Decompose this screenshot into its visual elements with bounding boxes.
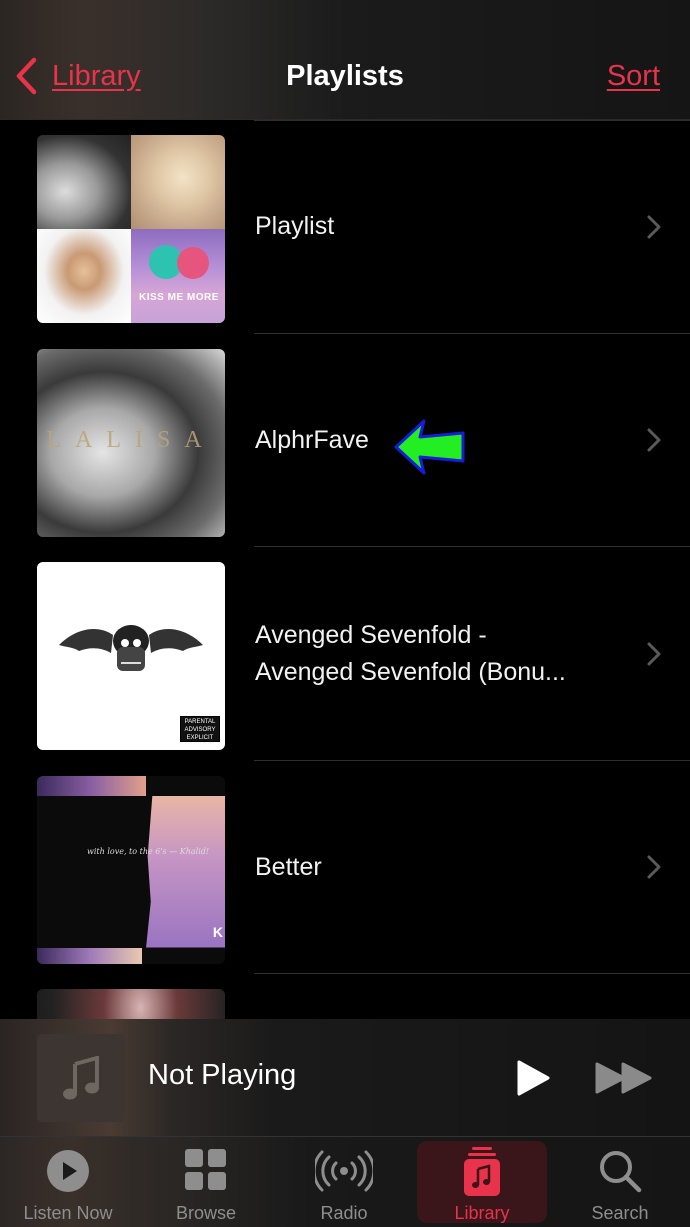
chevron-right-icon (647, 855, 661, 879)
playlist-row-playlist[interactable]: KISS ME MORE Playlist (0, 120, 690, 334)
playlist-artwork: with love, to the 6's — Khalid! K (37, 775, 225, 964)
playlist-artwork: KISS ME MORE (37, 135, 225, 323)
tab-browse[interactable]: Browse (141, 1137, 271, 1227)
mini-player-artwork (37, 1034, 125, 1122)
deathbat-logo-icon (59, 625, 203, 671)
chevron-right-icon (647, 642, 661, 666)
album-thumb-kiss-me-more: KISS ME MORE (131, 229, 225, 323)
play-icon[interactable] (515, 1059, 551, 1097)
artwork-text: LALISA (46, 426, 216, 453)
library-icon (464, 1147, 500, 1196)
radio-icon (315, 1150, 373, 1192)
sort-button[interactable]: Sort (607, 60, 660, 93)
tab-label: Listen Now (23, 1203, 113, 1223)
tab-label: Search (591, 1203, 649, 1223)
tab-listen-now[interactable]: Listen Now (3, 1137, 133, 1227)
tab-radio[interactable]: Radio (279, 1137, 409, 1227)
mini-player[interactable]: Not Playing (0, 1019, 690, 1137)
album-thumb-adele (37, 229, 131, 323)
annotation-arrow-icon (394, 419, 465, 475)
page-title: Playlists (286, 60, 404, 92)
playlist-artwork: LALISA (37, 348, 225, 537)
artwork-letter: K (212, 923, 223, 940)
tab-bar: Listen Now Browse Radio Library Search (0, 1137, 690, 1227)
tab-library[interactable]: Library (417, 1141, 547, 1223)
fast-forward-icon[interactable] (594, 1061, 654, 1095)
playlist-row-avenged-sevenfold[interactable]: PARENTAL ADVISORY EXPLICIT CONTENT Aveng… (0, 547, 690, 761)
play-circle-icon (47, 1150, 89, 1192)
playlist-title: Better (255, 852, 322, 881)
tab-search[interactable]: Search (555, 1137, 685, 1227)
tab-label: Library (454, 1203, 510, 1223)
album-thumb-text: KISS ME MORE (139, 292, 219, 303)
navigation-bar: Library Playlists Sort (0, 0, 690, 120)
artwork-handwriting: with love, to the 6's — Khalid! (87, 846, 210, 856)
playlist-title: Avenged Sevenfold - Avenged Sevenfold (B… (255, 617, 615, 691)
chevron-right-icon (647, 215, 661, 239)
album-thumb-lalisa (37, 135, 131, 229)
tab-label: Radio (320, 1203, 368, 1223)
tab-label: Browse (175, 1203, 237, 1223)
parental-advisory-label: PARENTAL ADVISORY EXPLICIT CONTENT (180, 716, 220, 749)
chevron-right-icon (647, 428, 661, 452)
playlist-artwork: PARENTAL ADVISORY EXPLICIT CONTENT (37, 562, 225, 750)
now-playing-title: Not Playing (148, 1059, 297, 1091)
playlist-title-line1: Avenged Sevenfold - (255, 620, 487, 649)
grid-icon (185, 1149, 226, 1190)
search-icon (600, 1151, 642, 1193)
playlist-title-line2: Avenged Sevenfold (Bonu... (255, 657, 566, 686)
playlist-row-alphrfave[interactable]: LALISA AlphrFave (0, 334, 690, 547)
album-thumb-happier-than-ever (131, 135, 225, 229)
music-note-icon (63, 1056, 99, 1100)
playlist-title: Playlist (255, 212, 335, 241)
divider (254, 120, 690, 121)
playlist-row-better[interactable]: with love, to the 6's — Khalid! K Better (0, 761, 690, 974)
